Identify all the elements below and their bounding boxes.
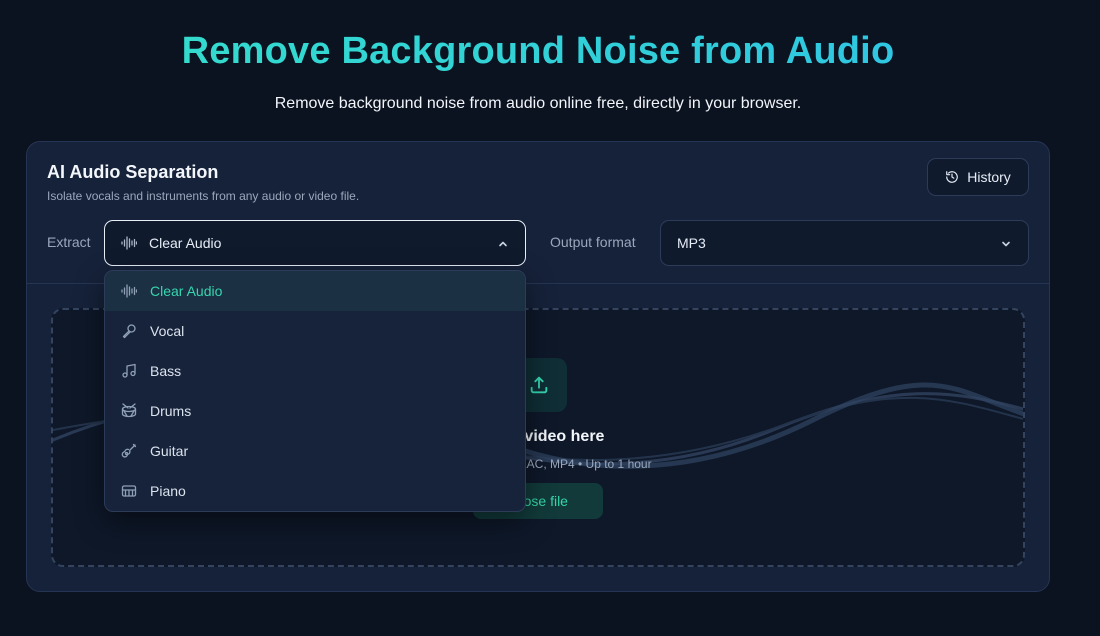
waveform-icon xyxy=(121,284,137,298)
menu-item-label: Clear Audio xyxy=(150,283,223,299)
chevron-down-icon xyxy=(1002,241,1010,247)
extract-label: Extract xyxy=(47,234,91,250)
music-note-icon xyxy=(122,363,136,378)
drum-icon xyxy=(121,403,137,418)
card-description: Isolate vocals and instruments from any … xyxy=(47,189,360,203)
page-subtitle: Remove background noise from audio onlin… xyxy=(274,95,802,112)
extract-select[interactable]: Clear Audio xyxy=(104,220,526,266)
menu-item-label: Guitar xyxy=(150,443,189,459)
page-title: Remove Background Noise from Audio xyxy=(0,30,1076,73)
microphone-icon xyxy=(122,324,136,339)
history-label: History xyxy=(967,169,1011,185)
chevron-up-icon xyxy=(499,241,507,247)
piano-icon xyxy=(121,485,137,497)
output-format-select[interactable]: MP3 xyxy=(660,220,1029,266)
menu-item-label: Bass xyxy=(150,363,182,379)
menu-item-label: Piano xyxy=(150,483,186,499)
waveform-icon xyxy=(121,236,137,250)
menu-item-clear-audio[interactable]: Clear Audio xyxy=(105,271,525,311)
menu-item-piano[interactable]: Piano xyxy=(105,471,525,511)
history-button[interactable]: History xyxy=(927,158,1029,196)
menu-item-label: Drums xyxy=(150,403,192,419)
menu-item-drums[interactable]: Drums xyxy=(105,391,525,431)
history-icon xyxy=(946,171,959,183)
extract-dropdown-menu: Clear Audio Vocal Bass Drums Guitar Pian… xyxy=(104,270,526,512)
menu-item-guitar[interactable]: Guitar xyxy=(105,431,525,471)
guitar-icon xyxy=(121,443,137,458)
output-format-label: Output format xyxy=(550,234,636,250)
card-title: AI Audio Separation xyxy=(47,162,219,182)
menu-item-vocal[interactable]: Vocal xyxy=(105,311,525,351)
upload-icon xyxy=(530,376,547,394)
menu-item-label: Vocal xyxy=(150,323,185,339)
menu-item-bass[interactable]: Bass xyxy=(105,351,525,391)
extract-selected-value: Clear Audio xyxy=(149,235,222,251)
output-format-value: MP3 xyxy=(677,235,706,251)
